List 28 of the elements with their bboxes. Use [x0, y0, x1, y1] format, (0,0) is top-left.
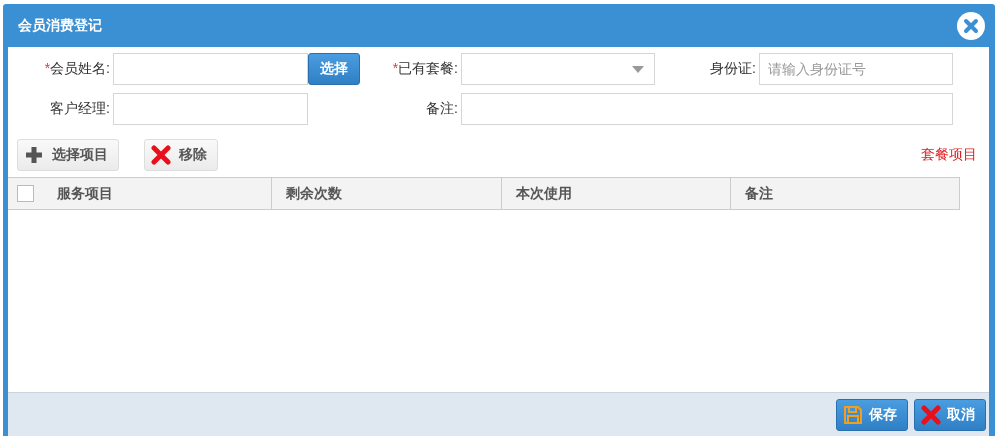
- field-label: *已有套餐:: [391, 60, 459, 78]
- save-button[interactable]: 保存: [836, 398, 908, 431]
- field-label: 客户经理:: [49, 100, 111, 118]
- close-button[interactable]: [957, 11, 985, 40]
- window-title: 会员消费登记: [18, 16, 102, 35]
- caret-icon: [632, 65, 644, 73]
- dropdown-field[interactable]: [461, 53, 655, 85]
- field-label: 身份证:: [709, 60, 757, 78]
- close-icon: [963, 17, 979, 34]
- cross-icon: [151, 145, 171, 165]
- text-field[interactable]: [113, 53, 308, 85]
- column-header: 本次使用: [501, 178, 730, 209]
- select-all-checkbox[interactable]: [17, 185, 34, 202]
- text-field[interactable]: 请输入身份证号: [759, 53, 953, 85]
- toolbar-button[interactable]: 移除: [144, 139, 218, 171]
- text-field[interactable]: [461, 93, 953, 125]
- field-label: 备注:: [425, 100, 459, 118]
- plus-icon: [24, 145, 44, 165]
- cancel-button[interactable]: 取消: [914, 398, 986, 431]
- text-field[interactable]: [113, 93, 308, 125]
- package-items-label: 套餐项目: [921, 146, 977, 164]
- column-header: 剩余次数: [271, 178, 501, 209]
- toolbar-button[interactable]: 选择项目: [17, 139, 119, 171]
- select-button[interactable]: 选择: [308, 53, 360, 85]
- field-label: *会员姓名:: [43, 60, 111, 78]
- cross-icon: [921, 404, 941, 425]
- column-header: 服务项目: [56, 183, 114, 203]
- column-header: 备注: [730, 178, 959, 209]
